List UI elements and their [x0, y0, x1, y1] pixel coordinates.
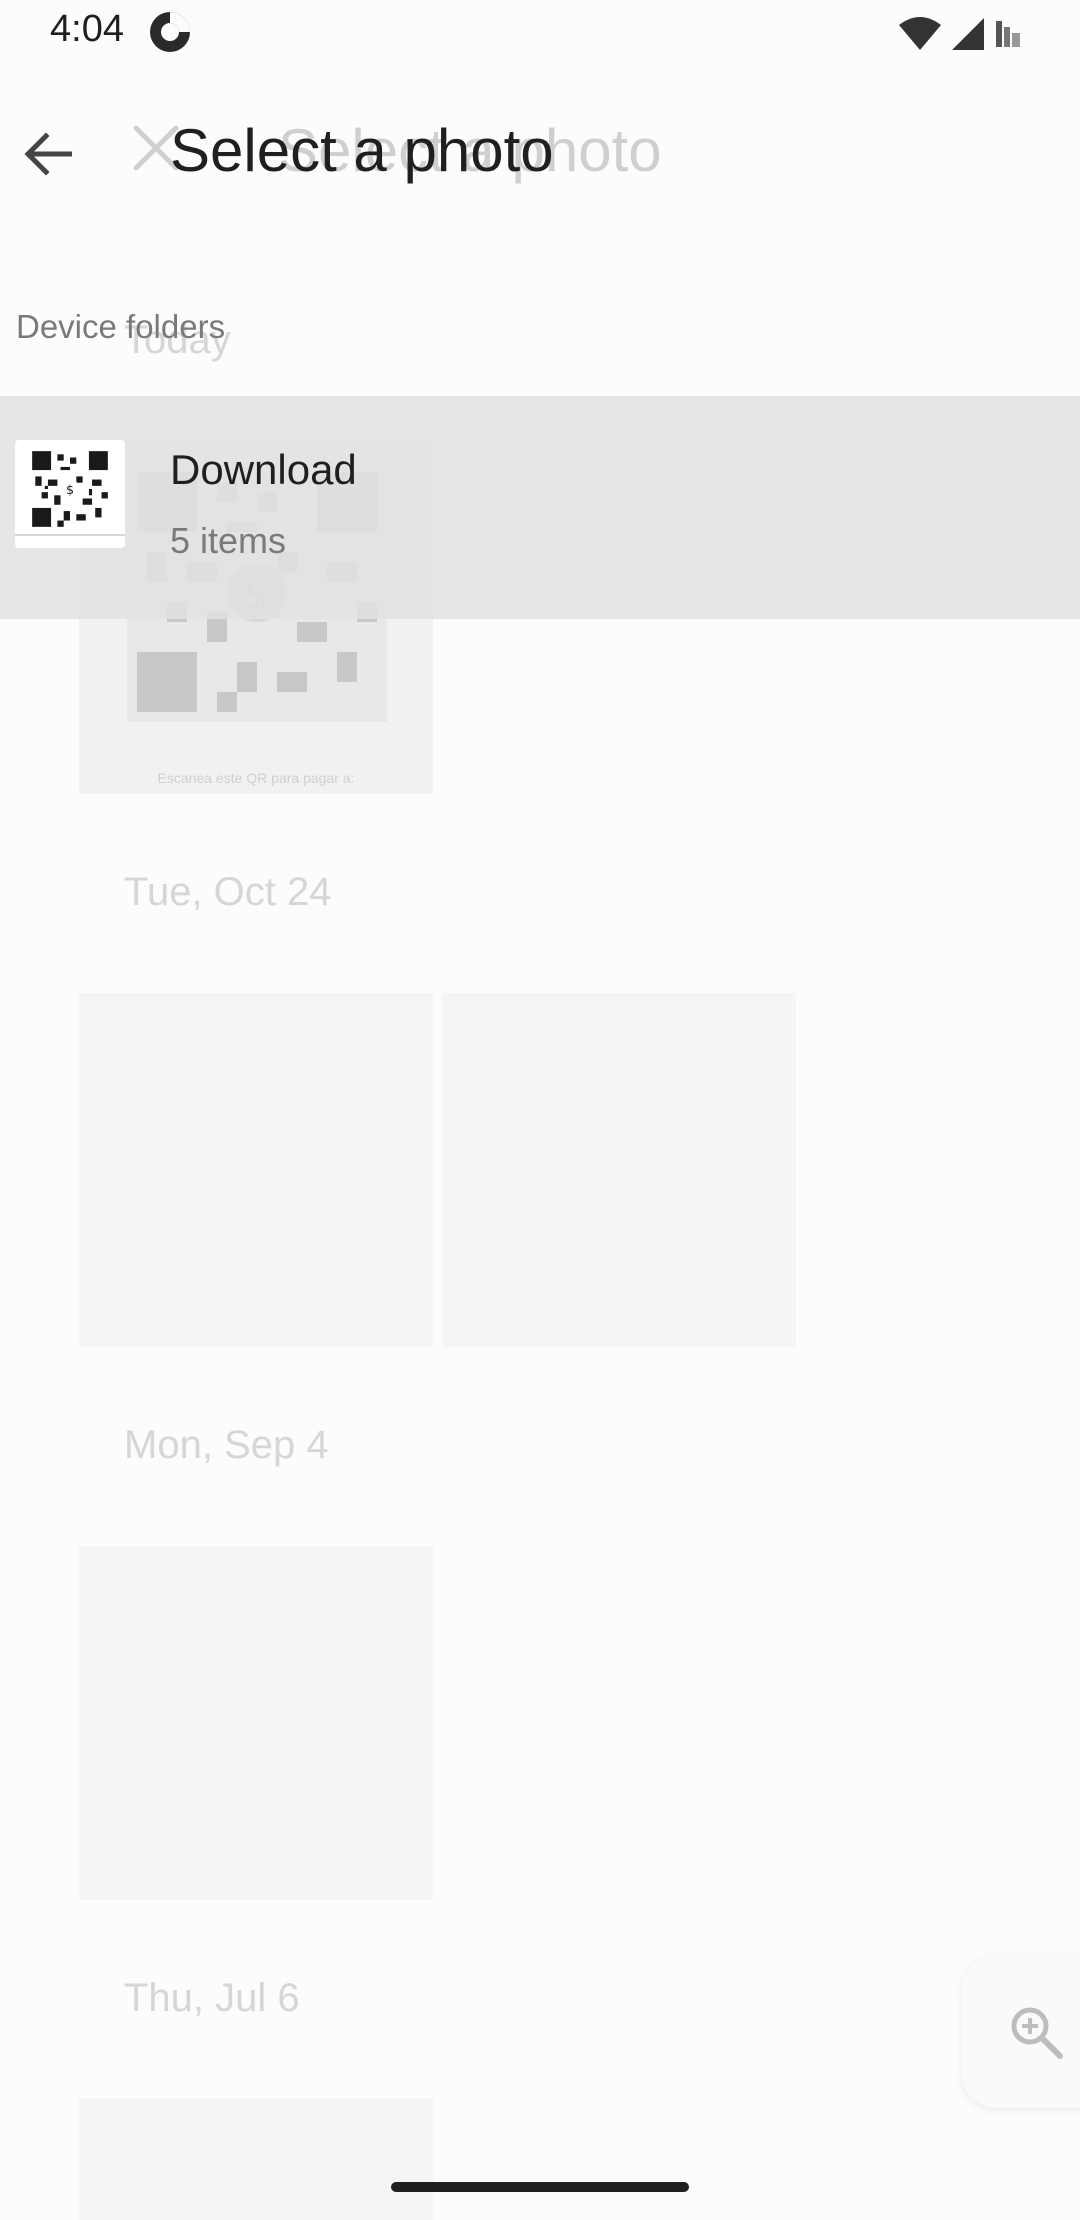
section-label-jul6: Thu, Jul 6: [124, 1976, 300, 2020]
page-title: Select a photo: [170, 117, 554, 184]
back-button[interactable]: [18, 118, 78, 190]
folder-item-count: 5 items: [170, 520, 287, 561]
signal-icon: [952, 18, 984, 50]
folder-name: Download: [170, 446, 357, 493]
device-folders-heading: Device folders: [16, 308, 226, 345]
zoom-in-icon: [1011, 2007, 1063, 2059]
arrow-back-icon: [24, 132, 72, 176]
section-label-sep4: Mon, Sep 4: [124, 1423, 329, 1467]
status-icons: [898, 14, 1022, 54]
home-indicator[interactable]: [391, 2182, 689, 2192]
wifi-icon: [899, 17, 941, 50]
qr-thumbnail-image: $: [29, 448, 111, 530]
photo-tile[interactable]: [442, 993, 796, 1347]
thumbnail-caption-line: [15, 534, 125, 536]
signal-icon-2: [996, 21, 1020, 47]
photo-tile[interactable]: [79, 2099, 433, 2220]
zoom-button[interactable]: [962, 1956, 1080, 2108]
qr-caption: Escanea este QR para pagar a:: [157, 770, 355, 786]
folder-row-download[interactable]: $ Download 5 items: [0, 396, 1080, 619]
status-time: 4:04: [50, 8, 124, 50]
section-label-oct24: Tue, Oct 24: [124, 870, 332, 914]
svg-text:$: $: [66, 482, 74, 497]
photo-tile[interactable]: [79, 1546, 433, 1900]
photo-tile[interactable]: [79, 993, 433, 1347]
app-badge-icon: [150, 12, 190, 52]
folder-thumbnail: $: [15, 440, 125, 548]
